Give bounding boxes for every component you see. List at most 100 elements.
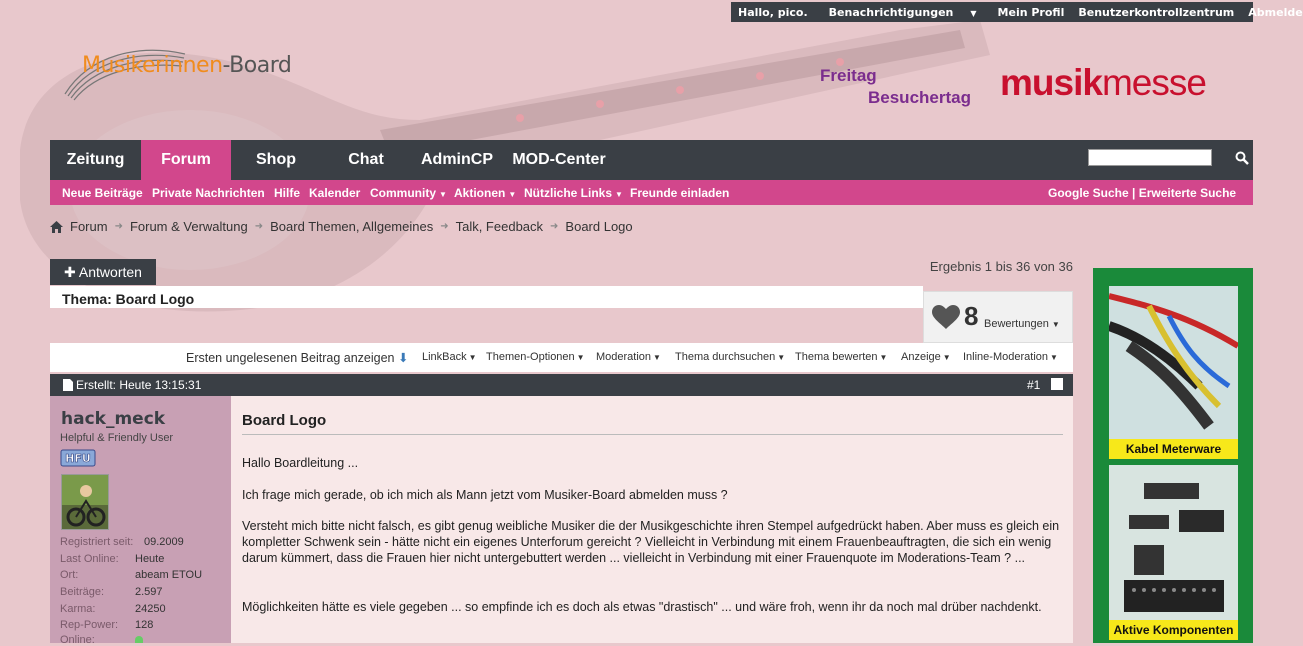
stat-label: Last Online: <box>60 553 119 565</box>
caret-down-icon: ▼ <box>615 190 623 199</box>
post-date: Erstellt: Heute 13:15:31 <box>76 378 202 392</box>
breadcrumb-item[interactable]: Forum & Verwaltung <box>130 219 248 234</box>
toolbar-inline-moderation[interactable]: Inline-Moderation ▼ <box>963 351 1058 363</box>
banner-musikmesse[interactable]: musikmesse <box>1000 62 1207 104</box>
hfu-badge: HFU <box>60 449 96 467</box>
stat-value: 09.2009 <box>144 536 184 548</box>
stat-value: 128 <box>135 619 154 631</box>
stat-value: Heute <box>135 553 165 565</box>
stat-value: abeam ETOU <box>135 569 203 581</box>
document-icon <box>63 379 73 391</box>
reply-button[interactable]: ✚ Antworten <box>50 259 156 285</box>
username[interactable]: hack_meck <box>61 409 165 429</box>
stat-label: Online: <box>60 634 95 646</box>
caret-down-icon: ▼ <box>508 190 517 199</box>
stat-label: Rep-Power: <box>60 619 119 631</box>
svg-text:HFU: HFU <box>65 452 91 465</box>
breadcrumb-separator-icon: ➜ <box>550 221 559 232</box>
post-number[interactable]: #1 <box>1027 378 1040 392</box>
subnav-private-nachrichten[interactable]: Private Nachrichten <box>152 180 265 206</box>
my-profile-link[interactable]: Mein Profil <box>991 6 1072 19</box>
toolbar-anzeige[interactable]: Anzeige ▼ <box>901 351 951 363</box>
breadcrumb-separator-icon: ➜ <box>114 221 123 232</box>
subnav-hilfe[interactable]: Hilfe <box>274 180 300 206</box>
caret-down-icon: ▼ <box>942 353 951 362</box>
stat-label: Karma: <box>60 603 96 615</box>
user-title: Helpful & Friendly User <box>60 432 174 444</box>
subnav-community[interactable]: Community ▼ <box>370 180 447 208</box>
toolbar-thema-durchsuchen[interactable]: Thema durchsuchen ▼ <box>675 351 785 363</box>
cable-image-icon <box>1109 286 1238 439</box>
caret-down-icon: ▼ <box>1050 353 1058 362</box>
toolbar-moderation[interactable]: Moderation ▼ <box>596 351 661 363</box>
breadcrumb-current: Board Logo <box>565 219 633 234</box>
tab-shop[interactable]: Shop <box>231 140 321 180</box>
caret-down-icon: ▼ <box>1051 320 1060 329</box>
logout-link[interactable]: Abmelden <box>1241 6 1303 19</box>
caret-down-icon: ▼ <box>970 8 977 18</box>
post-paragraph: Versteht mich bitte nicht falsch, es gib… <box>242 519 1060 565</box>
heart-icon[interactable] <box>932 305 960 329</box>
tab-forum[interactable]: Forum <box>141 140 231 180</box>
caret-down-icon: ▼ <box>653 353 661 362</box>
breadcrumb-item[interactable]: Forum <box>70 219 108 234</box>
post-title-divider <box>242 434 1063 435</box>
usercp-link[interactable]: Benutzerkontrollzentrum <box>1071 6 1241 19</box>
stat-label: Registriert seit: <box>60 536 134 548</box>
toolbar-linkback[interactable]: LinkBack ▼ <box>422 351 477 363</box>
subnav-aktionen[interactable]: Aktionen ▼ <box>454 180 516 208</box>
subnav-search-links[interactable]: Google Suche | Erweiterte Suche <box>1048 180 1236 206</box>
arrow-down-circle-icon: ⬇ <box>397 351 409 365</box>
notifications-menu[interactable]: Benachrichtigungen ▼ <box>815 6 991 19</box>
subnav-freunde-einladen[interactable]: Freunde einladen <box>630 180 729 206</box>
toolbar-thema-bewerten[interactable]: Thema bewerten ▼ <box>795 351 887 363</box>
avatar[interactable] <box>61 474 109 530</box>
search-icon[interactable] <box>1235 151 1249 165</box>
stat-label: Ort: <box>60 569 79 581</box>
stat-label: Beiträge: <box>60 586 105 598</box>
banner-freitag[interactable]: Freitag <box>820 66 877 86</box>
post-select-checkbox[interactable] <box>1051 378 1063 390</box>
results-count: Ergebnis 1 bis 36 von 36 <box>929 259 1073 274</box>
greeting: Hallo, pico. <box>738 5 808 19</box>
first-unread-link[interactable]: Ersten ungelesenen Beitrag anzeigen ⬇ <box>186 350 408 365</box>
hardware-image-icon <box>1109 465 1238 620</box>
stat-value: 2.597 <box>135 586 163 598</box>
sub-navigation: Neue Beiträge Private Nachrichten Hilfe … <box>50 180 1253 205</box>
tab-chat[interactable]: Chat <box>321 140 411 180</box>
post-header: Erstellt: Heute 13:15:31 #1 <box>50 374 1073 396</box>
rating-label[interactable]: Bewertungen ▼ <box>984 318 1060 330</box>
user-toolbar: Hallo, pico. Benachrichtigungen ▼ Mein Pr… <box>731 2 1303 22</box>
tab-admincp[interactable]: AdminCP <box>411 140 503 180</box>
banner-besuchertag[interactable]: Besuchertag <box>868 88 971 108</box>
subnav-neue-beitraege[interactable]: Neue Beiträge <box>62 180 143 206</box>
breadcrumb-item[interactable]: Talk, Feedback <box>456 219 543 234</box>
post-paragraph: Ich frage mich gerade, ob ich mich als M… <box>242 488 728 502</box>
online-status-icon <box>135 636 143 643</box>
ad-aktive-komponenten[interactable]: Aktive Komponenten <box>1109 465 1238 640</box>
post-paragraph: Möglichkeiten hätte es viele gegeben ...… <box>242 600 1042 614</box>
ad-label: Aktive Komponenten <box>1109 620 1238 640</box>
plus-icon: ✚ <box>64 264 79 280</box>
tab-zeitung[interactable]: Zeitung <box>50 140 141 180</box>
stat-value: 24250 <box>135 603 166 615</box>
subnav-kalender[interactable]: Kalender <box>309 180 360 206</box>
subnav-nuetzliche-links[interactable]: Nützliche Links ▼ <box>524 180 623 208</box>
toolbar-themen-optionen[interactable]: Themen-Optionen ▼ <box>486 351 585 363</box>
thread-title: Thema: Board Logo <box>62 291 195 307</box>
breadcrumb-separator-icon: ➜ <box>440 221 449 232</box>
breadcrumb: Forum ➜ Forum & Verwaltung ➜ Board Theme… <box>50 219 633 234</box>
site-logo[interactable]: Musikerinnen-Board <box>82 53 292 78</box>
caret-down-icon: ▼ <box>439 190 447 199</box>
breadcrumb-item[interactable]: Board Themen, Allgemeines <box>270 219 433 234</box>
caret-down-icon: ▼ <box>468 353 477 362</box>
rating-count: 8 <box>964 301 979 331</box>
main-navigation: Zeitung Forum Shop Chat AdminCP MOD-Cent… <box>50 140 1253 180</box>
ad-label: Kabel Meterware <box>1109 439 1238 459</box>
breadcrumb-separator-icon: ➜ <box>254 221 264 232</box>
home-icon[interactable] <box>50 220 63 233</box>
search-input[interactable] <box>1088 149 1212 166</box>
caret-down-icon: ▼ <box>879 353 888 362</box>
ad-kabel-meterware[interactable]: Kabel Meterware <box>1109 286 1238 459</box>
tab-mod-center[interactable]: MOD-Center <box>503 140 615 180</box>
